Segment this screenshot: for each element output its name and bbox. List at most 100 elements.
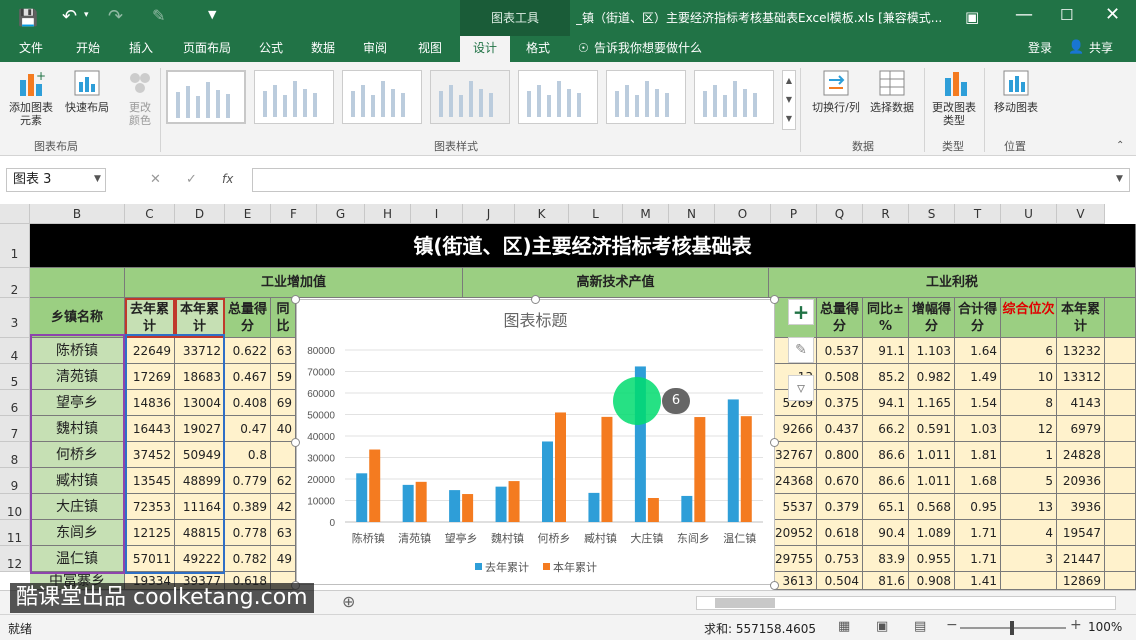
- column-header[interactable]: K: [515, 204, 569, 224]
- r-cell[interactable]: 66.2: [863, 416, 909, 442]
- page-break-view-icon[interactable]: ▤: [914, 619, 926, 634]
- v-cell[interactable]: 21447: [1057, 546, 1105, 572]
- v-cell[interactable]: 19547: [1057, 520, 1105, 546]
- column-header[interactable]: S: [909, 204, 955, 224]
- t-cell[interactable]: 1.64: [955, 338, 1001, 364]
- tell-me-box[interactable]: 告诉我你想要做什么: [594, 36, 714, 62]
- expand-formula-icon[interactable]: ▼: [1116, 174, 1123, 184]
- total-score-cell[interactable]: 0.8: [225, 442, 271, 468]
- t-cell[interactable]: 1.71: [955, 520, 1001, 546]
- page-layout-view-icon[interactable]: ▣: [876, 619, 888, 634]
- t-cell[interactable]: 1.81: [955, 442, 1001, 468]
- t-cell[interactable]: 1.71: [955, 546, 1001, 572]
- header-industry-value[interactable]: 工业增加值: [125, 268, 463, 298]
- resize-handle-tl[interactable]: [291, 295, 300, 304]
- s-cell[interactable]: 0.982: [909, 364, 955, 390]
- tab-view[interactable]: 视图: [404, 36, 456, 62]
- v-cell[interactable]: 4143: [1057, 390, 1105, 416]
- column-header[interactable]: C: [125, 204, 175, 224]
- tab-data[interactable]: 数据: [300, 36, 346, 62]
- change-colors-button[interactable]: 更改颜色: [118, 68, 162, 127]
- chart-style-6[interactable]: [606, 70, 686, 124]
- v-cell[interactable]: 13232: [1057, 338, 1105, 364]
- row-header[interactable]: 10: [0, 494, 30, 520]
- chart-style-3[interactable]: [342, 70, 422, 124]
- s-cell[interactable]: 1.165: [909, 390, 955, 416]
- q-cell[interactable]: 0.753: [817, 546, 863, 572]
- w-cell[interactable]: [1105, 572, 1136, 590]
- w-cell[interactable]: [1105, 390, 1136, 416]
- yoy-cell[interactable]: 63: [271, 338, 296, 364]
- t-cell[interactable]: 0.95: [955, 494, 1001, 520]
- p-cell[interactable]: 24368: [775, 468, 817, 494]
- chart-elements-plus-icon[interactable]: +: [788, 299, 814, 325]
- w-cell[interactable]: [1105, 364, 1136, 390]
- t-cell[interactable]: 1.68: [955, 468, 1001, 494]
- column-header[interactable]: L: [569, 204, 623, 224]
- column-header[interactable]: T: [955, 204, 1001, 224]
- column-header[interactable]: F: [271, 204, 317, 224]
- total-score-cell[interactable]: 0.778: [225, 520, 271, 546]
- zoom-slider-thumb[interactable]: [1010, 621, 1014, 635]
- r-cell[interactable]: 65.1: [863, 494, 909, 520]
- select-all-corner[interactable]: [0, 204, 30, 224]
- share-button[interactable]: 共享: [1084, 36, 1118, 62]
- col-header-last-year[interactable]: 去年累计: [125, 298, 175, 338]
- p-cell[interactable]: 9266: [775, 416, 817, 442]
- u-cell[interactable]: 4: [1001, 520, 1057, 546]
- r-cell[interactable]: 90.4: [863, 520, 909, 546]
- tab-page-layout[interactable]: 页面布局: [172, 36, 242, 62]
- total-score-cell[interactable]: 0.782: [225, 546, 271, 572]
- name-box-dropdown-icon[interactable]: ▼: [94, 174, 101, 184]
- col-header-r[interactable]: 同比±%: [863, 298, 909, 338]
- yoy-cell[interactable]: 69: [271, 390, 296, 416]
- yoy-cell[interactable]: 63: [271, 520, 296, 546]
- add-sheet-icon[interactable]: ⊕: [342, 592, 355, 611]
- resize-handle-t[interactable]: [531, 295, 540, 304]
- column-header[interactable]: N: [669, 204, 715, 224]
- chart-object[interactable]: 图表标题 80000 70000 60000 50000 40000 30000 20000 1…: [296, 299, 775, 585]
- cancel-icon[interactable]: ✕: [150, 172, 161, 187]
- u-cell[interactable]: 3: [1001, 546, 1057, 572]
- t-cell[interactable]: 1.03: [955, 416, 1001, 442]
- chart-style-2[interactable]: [254, 70, 334, 124]
- column-header[interactable]: B: [30, 204, 125, 224]
- redo-icon[interactable]: ↷: [108, 6, 123, 27]
- resize-handle-tr[interactable]: [770, 295, 779, 304]
- w-cell[interactable]: [1105, 442, 1136, 468]
- resize-handle-l[interactable]: [291, 438, 300, 447]
- header-hightech[interactable]: 高新技术产值: [463, 268, 769, 298]
- column-header[interactable]: H: [365, 204, 411, 224]
- ribbon-display-icon[interactable]: ▣: [965, 8, 979, 26]
- col-header-town[interactable]: 乡镇名称: [30, 298, 125, 338]
- column-header[interactable]: Q: [817, 204, 863, 224]
- maximize-icon[interactable]: ☐: [1060, 6, 1073, 24]
- format-painter-icon[interactable]: ✎: [152, 6, 165, 25]
- q-cell[interactable]: 0.800: [817, 442, 863, 468]
- row-header[interactable]: 11: [0, 520, 30, 546]
- u-cell[interactable]: 10: [1001, 364, 1057, 390]
- row-header[interactable]: 9: [0, 468, 30, 494]
- u-cell[interactable]: [1001, 572, 1057, 590]
- u-cell[interactable]: 5: [1001, 468, 1057, 494]
- resize-handle-r[interactable]: [770, 438, 779, 447]
- tab-format[interactable]: 格式: [514, 36, 562, 62]
- column-header[interactable]: E: [225, 204, 271, 224]
- w-cell[interactable]: [1105, 468, 1136, 494]
- w-cell[interactable]: [1105, 494, 1136, 520]
- s-cell[interactable]: 1.089: [909, 520, 955, 546]
- col-header-total-score[interactable]: 总量得分: [225, 298, 271, 338]
- t-cell[interactable]: 1.54: [955, 390, 1001, 416]
- row-header[interactable]: 1: [0, 224, 30, 268]
- col-header-v[interactable]: 本年累计: [1057, 298, 1105, 338]
- row-header[interactable]: 4: [0, 338, 30, 364]
- column-header[interactable]: O: [715, 204, 771, 224]
- resize-handle-br[interactable]: [770, 581, 779, 590]
- customize-qat-icon[interactable]: ▼: [208, 8, 216, 21]
- name-box[interactable]: 图表 3: [6, 168, 106, 192]
- w-cell[interactable]: [1105, 520, 1136, 546]
- s-cell[interactable]: 0.568: [909, 494, 955, 520]
- column-header[interactable]: R: [863, 204, 909, 224]
- column-header[interactable]: I: [411, 204, 463, 224]
- row-header[interactable]: 12: [0, 546, 30, 572]
